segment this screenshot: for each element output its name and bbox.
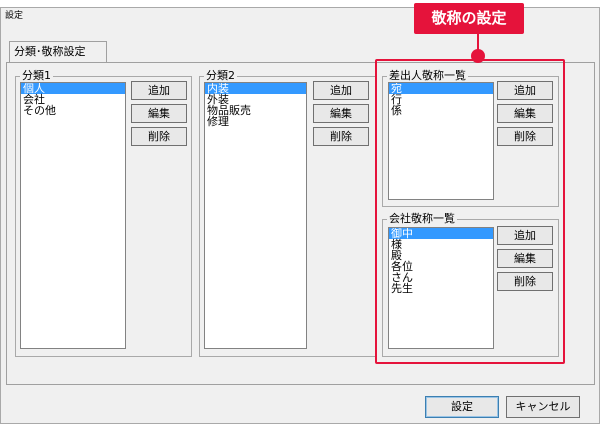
cancel-button[interactable]: キャンセル	[506, 396, 580, 418]
honorific-highlight-frame	[375, 59, 565, 364]
category1-add-button[interactable]: 追加	[131, 81, 187, 100]
list-item[interactable]: 修理	[205, 116, 306, 127]
category2-edit-button[interactable]: 編集	[313, 104, 369, 123]
list-item[interactable]: その他	[21, 105, 125, 116]
honorific-settings-callout: 敬称の設定	[414, 3, 524, 34]
callout-dot	[471, 49, 485, 63]
group-category1-title: 分類1	[22, 69, 51, 82]
category1-edit-button[interactable]: 編集	[131, 104, 187, 123]
category2-list[interactable]: 内装 外装 物品販売 修理	[204, 82, 307, 349]
window-title: 設定	[5, 11, 24, 21]
settings-ok-button[interactable]: 設定	[425, 396, 499, 418]
category2-delete-button[interactable]: 削除	[313, 127, 369, 146]
group-category2-title: 分類2	[206, 69, 235, 82]
category1-list[interactable]: 個人 会社 その他	[20, 82, 126, 349]
category2-add-button[interactable]: 追加	[313, 81, 369, 100]
category1-delete-button[interactable]: 削除	[131, 127, 187, 146]
tab-classification-honorific[interactable]: 分類･敬称設定	[9, 41, 107, 63]
